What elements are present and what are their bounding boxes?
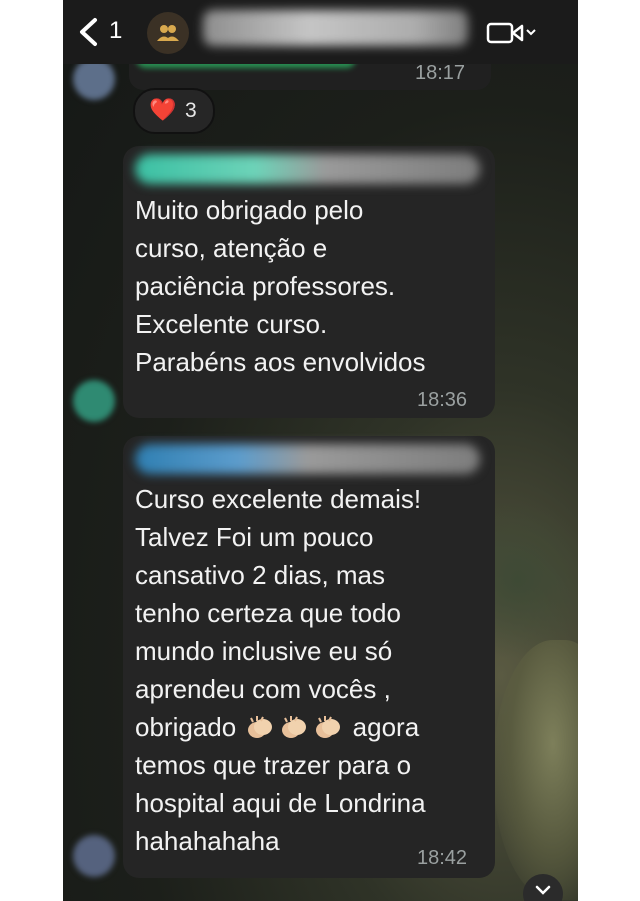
message-line: temos que trazer para o: [135, 750, 412, 780]
reaction-count: 3: [185, 99, 197, 122]
chat-screen: 18:17 ❤️ 3 Muito obrigado pelo curso, at…: [63, 0, 578, 901]
message-line: Talvez Foi um pouco: [135, 522, 374, 552]
message-time: 18:42: [417, 847, 468, 869]
message-line: cansativo 2 dias, mas: [135, 560, 386, 590]
sender-avatar[interactable]: [73, 58, 115, 100]
sender-avatar[interactable]: [73, 380, 115, 422]
video-call-icon[interactable]: [486, 20, 536, 46]
back-unread-count[interactable]: 1: [109, 17, 122, 45]
clapping-hands-icon: [316, 716, 341, 738]
reaction-badge[interactable]: ❤️ 3: [133, 88, 215, 134]
message-bubble[interactable]: Muito obrigado pelo curso, atenção e pac…: [123, 146, 495, 418]
clapping-hands-icon: [282, 716, 307, 738]
message-line: mundo inclusive eu só: [135, 636, 393, 666]
group-avatar[interactable]: [147, 12, 189, 54]
message-line: tenho certeza que todo: [135, 598, 401, 628]
message-text: Curso excelente demais! Talvez Foi um po…: [135, 480, 426, 860]
message-bubble[interactable]: Curso excelente demais! Talvez Foi um po…: [123, 436, 495, 878]
message-text-part: agora: [352, 712, 420, 742]
sender-avatar[interactable]: [73, 835, 115, 877]
chat-header: 1: [63, 0, 578, 64]
message-line: hospital aqui de Londrina: [135, 788, 426, 818]
chevron-down-icon: [535, 885, 551, 895]
chevron-left-icon[interactable]: [75, 17, 103, 47]
message-line: obrigado agora: [135, 708, 426, 746]
wallpaper-shape: [493, 640, 578, 900]
heart-icon: ❤️: [149, 97, 177, 122]
group-name-blurred[interactable]: [203, 10, 468, 46]
message-time: 18:36: [417, 389, 468, 411]
message-line: hahahahaha: [135, 826, 280, 856]
message-line: Curso excelente demais!: [135, 484, 422, 514]
message-line: aprendeu com vocês ,: [135, 674, 391, 704]
sender-name-blurred: [135, 154, 480, 184]
clapping-hands-icon: [248, 716, 273, 738]
group-icon: [157, 25, 179, 41]
message-text: Muito obrigado pelo curso, atenção e pac…: [135, 195, 426, 377]
message-text-part: obrigado: [135, 712, 237, 742]
sender-name-blurred: [135, 444, 480, 474]
previous-message-time: 18:17: [415, 62, 466, 84]
